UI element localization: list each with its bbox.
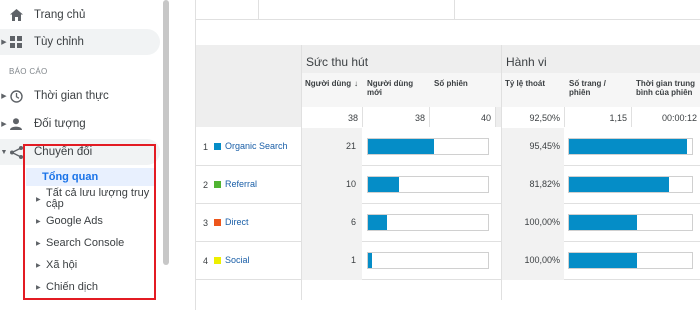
bar-fill	[368, 253, 372, 268]
expand-arrow-icon[interactable]: ▶	[36, 284, 41, 291]
sidebar-item-label: Đối tượng	[34, 118, 86, 130]
subitem-label: Tất cả lưu lượng truy cập	[46, 187, 150, 210]
new-users-bar	[367, 138, 489, 155]
sidebar-subitem-campaigns[interactable]: ▶ Chiến dịch	[26, 281, 156, 297]
subitem-label: Google Ads	[46, 215, 103, 227]
cell-users: 6	[301, 204, 362, 242]
sidebar-item-conversions[interactable]: ▼ Chuyển đổi	[0, 139, 160, 165]
bar-fill	[368, 215, 388, 230]
home-icon	[9, 8, 23, 22]
row-number: 4	[203, 256, 209, 266]
cell-bounce-rate: 95,45%	[501, 128, 564, 166]
new-users-bar	[367, 176, 489, 193]
bar-fill	[569, 215, 637, 230]
collapse-arrow-icon[interactable]: ▼	[0, 149, 8, 156]
group-header-acquisition: Sức thu hút	[306, 55, 369, 69]
sidebar-scrollbar[interactable]	[163, 0, 169, 265]
cell-users: 21	[301, 128, 362, 166]
column-header-avg-duration[interactable]: Thời gian trung bình của phiên	[632, 75, 700, 97]
expand-arrow-icon[interactable]: ▶	[0, 120, 8, 128]
conversion-icon	[9, 145, 23, 159]
grid-line	[301, 45, 302, 300]
section-label: BÁO CÁO	[9, 67, 48, 76]
total-avg-duration: 00:00:12	[632, 107, 700, 127]
clock-icon	[9, 89, 23, 103]
sidebar-item-realtime[interactable]: ▶ Thời gian thực	[0, 83, 160, 109]
subitem-label: Tổng quan	[42, 171, 99, 183]
sidebar-item-label: Chuyển đổi	[34, 146, 93, 158]
row-number: 3	[203, 218, 209, 228]
subitem-label: Search Console	[46, 237, 125, 249]
subitem-label: Chiến dịch	[46, 281, 98, 293]
grid-line	[501, 45, 502, 300]
source-link[interactable]: Organic Search	[225, 141, 288, 151]
new-users-bar	[367, 214, 489, 231]
cell-bounce-rate: 100,00%	[501, 242, 564, 280]
bar-fill	[569, 139, 688, 154]
bar-fill	[368, 177, 400, 192]
column-header-sessions[interactable]: Số phiên	[430, 75, 496, 88]
expand-arrow-icon[interactable]: ▶	[0, 38, 8, 46]
total-pages-per-session: 1,15	[565, 107, 632, 127]
person-icon	[9, 117, 23, 131]
column-header-label: Người dùng	[305, 79, 352, 88]
bar-fill	[569, 253, 637, 268]
legend-swatch	[214, 257, 221, 264]
sidebar-item-audience[interactable]: ▶ Đối tượng	[0, 111, 160, 137]
sidebar-item-label: Thời gian thực	[34, 90, 109, 102]
total-sessions: 40	[430, 107, 496, 127]
cell-users: 10	[301, 166, 362, 204]
legend-swatch	[214, 181, 221, 188]
sort-desc-icon[interactable]: ↓	[354, 79, 358, 88]
total-users: 38	[301, 107, 363, 127]
sidebar-item-home[interactable]: Trang chủ	[0, 2, 160, 28]
sidebar: Trang chủ ▶ Tùy chỉnh BÁO CÁO ▶ Thời gia…	[0, 0, 170, 310]
bar-fill	[569, 177, 669, 192]
expand-arrow-icon[interactable]: ▶	[36, 240, 41, 247]
table-row: 3 Direct 6 100,00%	[196, 204, 700, 242]
sidebar-subitem-google-ads[interactable]: ▶ Google Ads	[26, 215, 156, 231]
pages-per-session-bar	[568, 252, 693, 269]
expand-arrow-icon[interactable]: ▶	[36, 218, 41, 225]
row-number: 1	[203, 142, 209, 152]
expand-arrow-icon[interactable]: ▶	[36, 196, 41, 203]
group-header-behavior: Hành vi	[506, 55, 547, 69]
source-link[interactable]: Social	[225, 255, 250, 265]
dashboard-icon	[9, 35, 23, 49]
column-header-new-users[interactable]: Người dùng mới	[363, 75, 429, 97]
table-row: 2 Referral 10 81,82%	[196, 166, 700, 204]
sidebar-item-customization[interactable]: ▶ Tùy chỉnh	[0, 29, 160, 55]
total-new-users: 38	[363, 107, 430, 127]
expand-arrow-icon[interactable]: ▶	[0, 92, 8, 100]
legend-swatch	[214, 219, 221, 226]
cell-bounce-rate: 100,00%	[501, 204, 564, 242]
column-header-users[interactable]: Người dùng ↓	[301, 75, 362, 88]
pages-per-session-bar	[568, 138, 693, 155]
subitem-label: Xã hội	[46, 259, 78, 271]
pages-per-session-bar	[568, 214, 693, 231]
new-users-bar	[367, 252, 489, 269]
pages-per-session-bar	[568, 176, 693, 193]
row-number: 2	[203, 180, 209, 190]
total-bounce-rate: 92,50%	[501, 107, 565, 127]
top-strip	[196, 0, 700, 20]
source-link[interactable]: Referral	[225, 179, 257, 189]
sidebar-item-label: Tùy chỉnh	[34, 36, 84, 48]
legend-swatch	[214, 143, 221, 150]
column-header-pages-per-session[interactable]: Số trang / phiên	[565, 75, 631, 97]
report-panel: Sức thu hút Hành vi Người dùng ↓ Người d…	[195, 0, 700, 310]
sidebar-subitem-overview[interactable]: Tổng quan	[26, 168, 156, 186]
cell-bounce-rate: 81,82%	[501, 166, 564, 204]
source-link[interactable]: Direct	[225, 217, 249, 227]
bar-fill	[368, 139, 434, 154]
cell-users: 1	[301, 242, 362, 280]
table-row: 4 Social 1 100,00%	[196, 242, 700, 280]
sidebar-subitem-search-console[interactable]: ▶ Search Console	[26, 237, 156, 253]
table-row: 1 Organic Search 21 95,45%	[196, 128, 700, 166]
sidebar-subitem-social[interactable]: ▶ Xã hội	[26, 259, 156, 275]
sidebar-item-label: Trang chủ	[34, 9, 86, 21]
column-header-bounce-rate[interactable]: Tỷ lệ thoát	[501, 75, 564, 88]
sidebar-subitem-all-traffic[interactable]: ▶ Tất cả lưu lượng truy cập	[26, 188, 156, 214]
expand-arrow-icon[interactable]: ▶	[36, 262, 41, 269]
